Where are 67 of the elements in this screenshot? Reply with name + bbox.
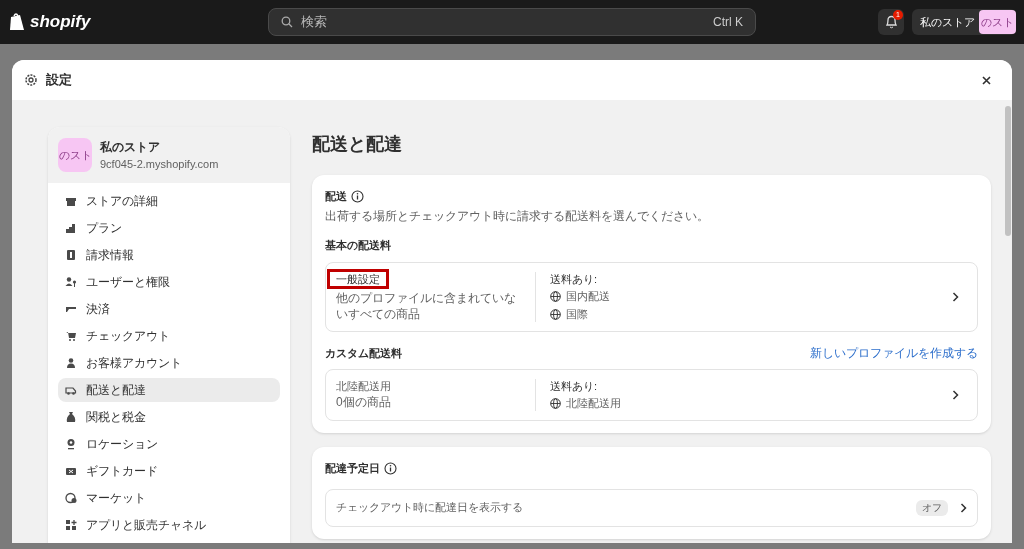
money-bag-icon — [65, 411, 77, 423]
store-menu-button[interactable]: 私のストア のスト — [912, 9, 1016, 35]
sidebar-item[interactable]: アプリと販売チャネル — [58, 513, 280, 537]
chevron-right-icon — [960, 502, 967, 513]
user-key-icon — [65, 276, 77, 288]
zone-name: 北陸配送用 — [566, 396, 621, 411]
apps-icon — [65, 519, 77, 531]
page-title: 配送と配達 — [312, 133, 403, 155]
chevron-right-icon — [952, 292, 959, 302]
sidebar-item[interactable]: プラン — [58, 216, 280, 240]
sidebar-item[interactable]: ストアの詳細 — [58, 189, 280, 213]
zone-name: 国際 — [566, 307, 588, 322]
info-icon — [351, 189, 364, 203]
shipping-profile-row[interactable]: 北陸配送用 0個の商品 送料あり: 北陸配送用 — [325, 369, 978, 421]
gift-card-icon — [65, 465, 77, 477]
store-domain: 9cf045-2.myshopify.com — [100, 156, 219, 172]
pin-icon — [65, 438, 77, 450]
shopify-logo-icon — [8, 12, 26, 32]
sidebar-item[interactable]: 決済 — [58, 297, 280, 321]
chevron-right-icon — [952, 390, 959, 400]
receipt-icon — [65, 249, 77, 261]
row-label: チェックアウト時に配達日を表示する — [336, 500, 523, 516]
close-icon — [981, 75, 991, 85]
person-icon — [65, 357, 77, 369]
sidebar-item[interactable]: 請求情報 — [58, 243, 280, 267]
globe-icon — [550, 308, 561, 320]
card-title: 配達予定日 — [325, 461, 380, 476]
sidebar-item[interactable]: 関税と税金 — [58, 405, 280, 429]
store-name: 私のストア — [100, 138, 161, 156]
profile-description: 0個の商品 — [336, 394, 391, 410]
cart-icon — [65, 330, 77, 342]
card-description: 出荷する場所とチェックアウト時に請求する配送料を選んでください。 — [325, 207, 710, 225]
modal-title: 設定 — [46, 71, 72, 90]
card-title: 配送 — [325, 189, 347, 204]
sidebar-item[interactable]: ユーザーと権限 — [58, 270, 280, 294]
sidebar-item[interactable]: ロケーション — [58, 432, 280, 456]
status-badge: オフ — [916, 499, 948, 516]
shipping-profile-row[interactable]: 一般設定 他のプロファイルに含まれていないすべての商品 送料あり: 国内配送 国際 — [325, 262, 978, 332]
settings-icon — [24, 73, 38, 87]
zone-name: 国内配送 — [566, 289, 610, 304]
create-profile-link[interactable]: 新しいプロファイルを作成する — [810, 344, 978, 362]
globe-icon — [550, 290, 561, 302]
stairs-icon — [65, 222, 77, 234]
globe-icon — [550, 397, 561, 409]
profile-name: 北陸配送用 — [336, 379, 391, 393]
search-input[interactable]: 検索 — [301, 12, 705, 32]
rates-label: 送料あり: — [550, 379, 599, 393]
truck-icon — [65, 384, 77, 396]
store-avatar: のスト — [58, 138, 92, 172]
search-icon — [281, 16, 293, 28]
sidebar-item[interactable]: ギフトカード — [58, 459, 280, 483]
sidebar-item[interactable]: マーケット — [58, 486, 280, 510]
shopify-logo-text: shopify — [30, 11, 91, 34]
rates-label: 送料あり: — [550, 272, 599, 286]
store-avatar: のスト — [979, 10, 1016, 34]
sidebar-item[interactable]: 配送と配達 — [58, 378, 280, 402]
delivery-date-row[interactable]: チェックアウト時に配達日を表示する オフ — [325, 488, 978, 527]
info-icon — [384, 461, 397, 475]
profile-description: 他のプロファイルに含まれていないすべての商品 — [336, 290, 517, 322]
search-field[interactable]: 検索 Ctrl K — [268, 8, 756, 36]
section-heading: カスタム配送料 — [325, 345, 402, 361]
section-heading: 基本の配送料 — [325, 237, 392, 253]
sidebar-item[interactable]: お客様アカウント — [58, 351, 280, 375]
profile-name: 一般設定 — [327, 269, 389, 289]
bell-icon — [884, 15, 898, 29]
sidebar-item[interactable]: チェックアウト — [58, 324, 280, 348]
shortcut-hint: Ctrl K — [713, 14, 743, 31]
